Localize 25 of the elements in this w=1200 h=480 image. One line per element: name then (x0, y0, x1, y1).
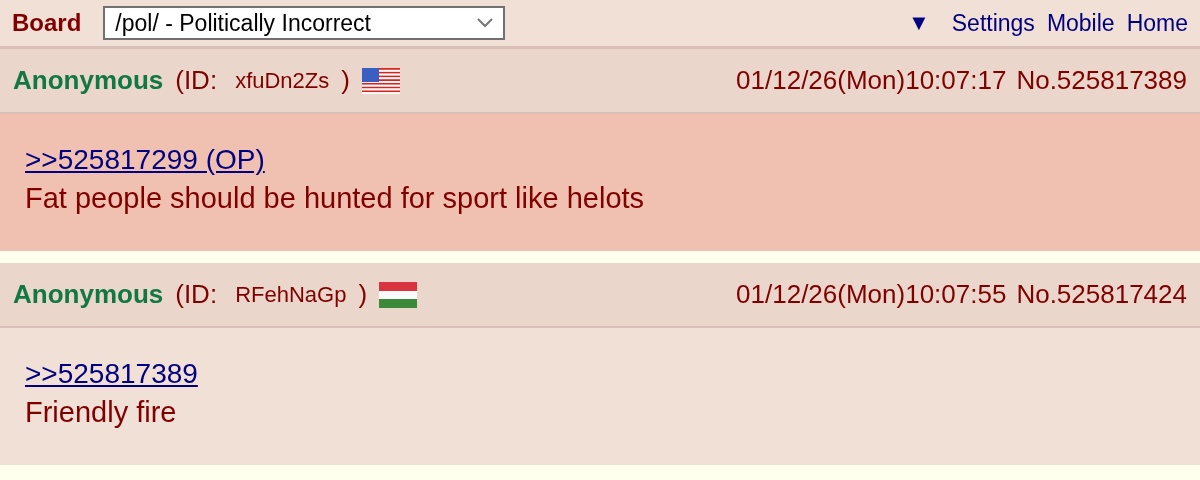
post-number[interactable]: No.525817424 (1016, 279, 1187, 310)
poster-name: Anonymous (13, 279, 164, 310)
nav-link[interactable]: Settings (951, 9, 1035, 37)
post-message: Fat people should be hunted for sport like helots (25, 182, 646, 215)
quote-link[interactable]: >>525817299 (OP) (25, 144, 265, 176)
poster-name: Anonymous (13, 65, 164, 96)
board-select[interactable]: /pol/ - Politically Incorrect (103, 6, 506, 40)
poster-id[interactable]: RFehNaGp (235, 281, 347, 308)
flag-icon (361, 67, 400, 94)
id-label: (ID: (175, 279, 218, 310)
poster-id[interactable]: xfuDn2Zs (235, 67, 330, 94)
id-label: (ID: (175, 65, 218, 96)
quote-link[interactable]: >>525817389 (25, 358, 198, 390)
post-number[interactable]: No.525817389 (1016, 65, 1187, 96)
board-label: Board (12, 9, 82, 37)
id-close: ) (341, 65, 350, 96)
post-message: Friendly fire (25, 396, 178, 429)
flag-icon (379, 281, 418, 308)
post-datetime: 01/12/26(Mon)10:07:55 (736, 279, 1007, 310)
id-close: ) (358, 279, 368, 310)
menu-toggle[interactable]: ▼ (908, 10, 930, 36)
post-datetime: 01/12/26(Mon)10:07:17 (736, 65, 1007, 96)
nav-link[interactable]: Mobile (1046, 9, 1115, 37)
nav-link[interactable]: Home (1126, 9, 1188, 37)
chevron-icon (477, 18, 494, 28)
